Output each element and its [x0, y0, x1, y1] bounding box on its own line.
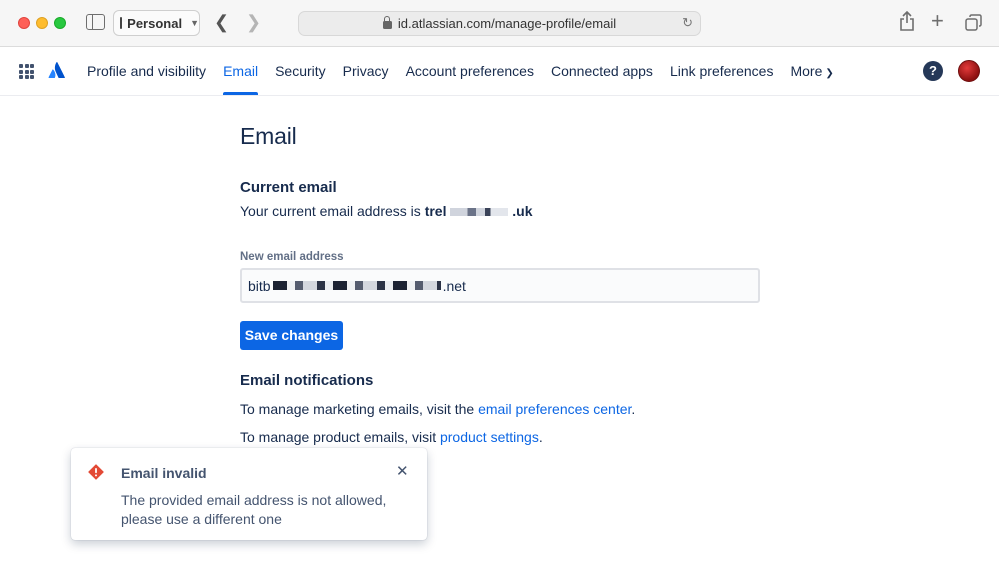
nav-account-preferences[interactable]: Account preferences: [406, 47, 534, 95]
nav-security[interactable]: Security: [275, 47, 326, 95]
marketing-suffix: .: [631, 401, 636, 417]
product-suffix: .: [538, 429, 543, 445]
flag-title: Email invalid: [121, 465, 207, 481]
nav-more-dropdown[interactable]: More ❯: [790, 47, 833, 95]
nav-email[interactable]: Email: [223, 47, 259, 95]
current-email-start: trel: [424, 203, 447, 219]
close-window-button[interactable]: [18, 17, 30, 29]
current-email-prefix: Your current email address is: [240, 203, 425, 219]
browser-toolbar: Personal ▼ ❮ ❯ id.atlassian.com/manage-p…: [0, 0, 999, 47]
tab-overview-icon[interactable]: [965, 14, 982, 31]
lock-icon: [382, 16, 392, 29]
nav-privacy[interactable]: Privacy: [343, 47, 389, 95]
marketing-emails-text: To manage marketing emails, visit the em…: [240, 401, 635, 417]
share-icon[interactable]: [899, 11, 915, 31]
marketing-prefix: To manage marketing emails, visit the: [240, 401, 479, 417]
nav-profile-and-visibility[interactable]: Profile and visibility: [87, 47, 206, 95]
product-emails-text: To manage product emails, visit product …: [240, 429, 543, 445]
current-email-end: .uk: [512, 203, 533, 219]
new-tab-icon[interactable]: +: [931, 10, 944, 32]
more-label: More: [790, 63, 823, 79]
sidebar-toggle-icon[interactable]: [86, 14, 105, 30]
email-preferences-center-link[interactable]: email preferences center: [478, 401, 631, 417]
nav-connected-apps[interactable]: Connected apps: [551, 47, 653, 95]
reload-icon[interactable]: ↻: [682, 15, 693, 31]
page-title: Email: [240, 123, 297, 149]
redacted-block: [450, 208, 509, 217]
top-navigation: Profile and visibility Email Security Pr…: [0, 47, 999, 96]
new-email-value-start: bitb: [248, 277, 271, 294]
profile-badge-icon: [120, 17, 128, 29]
profile-switcher-button[interactable]: Personal ▼: [113, 10, 200, 36]
zoom-window-button[interactable]: [54, 17, 66, 29]
current-email-heading: Current email: [240, 179, 337, 196]
nav-link-preferences[interactable]: Link preferences: [670, 47, 774, 95]
new-email-label: New email address: [240, 251, 344, 263]
chevron-down-icon: ▼: [190, 18, 199, 28]
product-settings-link[interactable]: product settings: [440, 429, 539, 445]
email-notifications-heading: Email notifications: [240, 372, 374, 389]
error-flag: Email invalid ✕ The provided email addre…: [71, 448, 427, 540]
nav-links: Profile and visibility Email Security Pr…: [87, 47, 834, 95]
minimize-window-button[interactable]: [36, 17, 48, 29]
address-bar[interactable]: id.atlassian.com/manage-profile/email ↻: [298, 11, 701, 36]
new-email-value-end: .net: [442, 277, 466, 294]
product-prefix: To manage product emails, visit: [240, 429, 440, 445]
back-arrow-icon[interactable]: ❮: [214, 12, 229, 32]
help-icon[interactable]: ?: [923, 61, 943, 81]
flag-message: The provided email address is not allowe…: [121, 492, 387, 527]
avatar[interactable]: [958, 60, 980, 82]
app-switcher-icon[interactable]: [19, 64, 34, 79]
current-email-text: Your current email address is trel .uk: [240, 203, 533, 219]
forward-arrow-icon[interactable]: ❯: [246, 12, 261, 32]
atlassian-logo-icon[interactable]: [48, 61, 66, 79]
profile-label: Personal: [127, 15, 183, 31]
redacted-block: [272, 281, 441, 290]
chevron-down-icon: ❯: [825, 68, 834, 79]
error-icon: [88, 464, 104, 480]
close-icon[interactable]: ✕: [396, 464, 409, 479]
save-changes-button[interactable]: Save changes: [240, 321, 343, 350]
new-email-field[interactable]: bitb .net: [240, 268, 760, 303]
url-text: id.atlassian.com/manage-profile/email: [397, 16, 617, 31]
